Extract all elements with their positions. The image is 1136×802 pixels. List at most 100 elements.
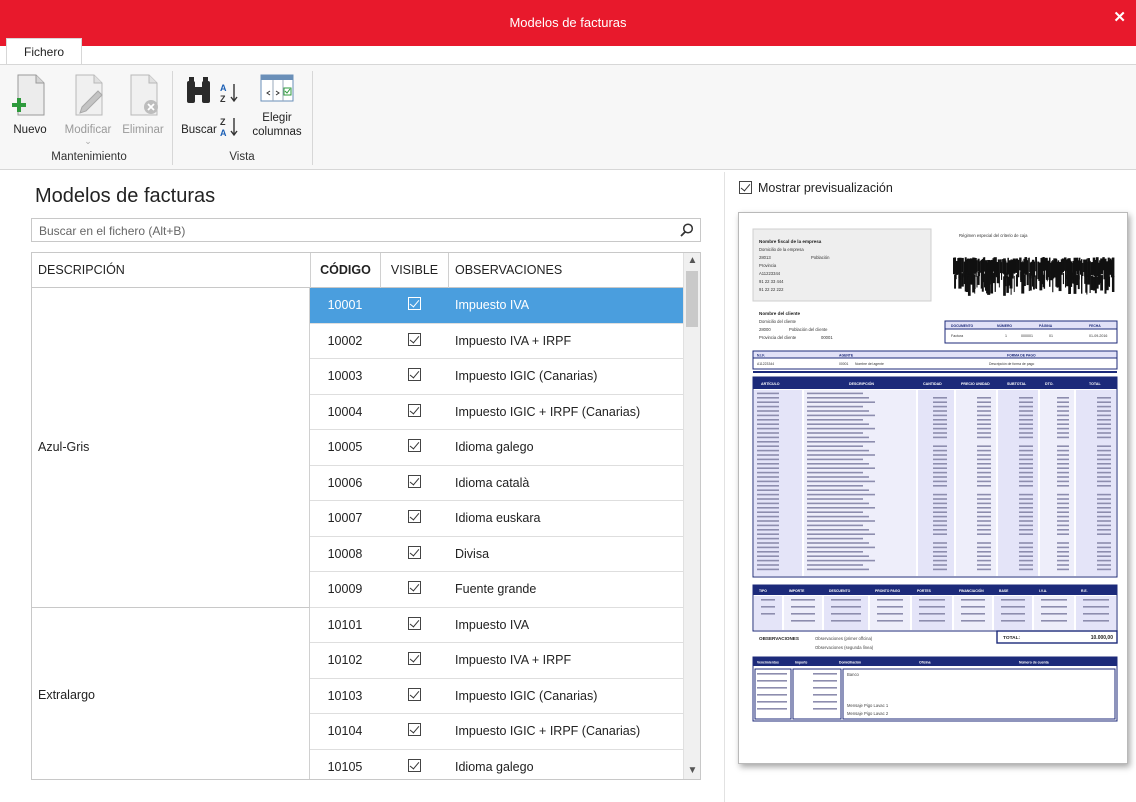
table-row[interactable]: 10003 Impuesto IGIC (Canarias) [310,359,684,395]
line-placeholder [807,529,869,531]
visible-checkbox[interactable] [407,332,421,346]
close-icon[interactable]: ✕ [1113,8,1126,26]
barcode-bar [1077,275,1080,290]
row-visible[interactable] [380,723,448,739]
preview-checkbox[interactable] [739,181,752,194]
line-placeholder [807,555,869,557]
choose-columns-button[interactable]: Elegir columnas [248,73,306,139]
header-observaciones[interactable]: OBSERVACIONES [448,253,684,288]
visible-checkbox[interactable] [407,368,421,381]
line-placeholder [1057,419,1069,421]
table-row[interactable]: 10007 Idioma euskara [310,501,684,537]
row-visible[interactable] [380,581,448,597]
visible-checkbox[interactable] [407,403,421,417]
group-cell[interactable]: Extralargo [32,607,310,779]
table-row[interactable]: 10004 Impuesto IGIC + IRPF (Canarias) [310,395,684,430]
vertical-scrollbar[interactable]: ▲ ▼ [683,253,700,779]
company-address: Domicilio de la empresa [759,247,804,252]
header-descripcion[interactable]: DESCRIPCIÓN [32,253,310,288]
row-visible[interactable] [380,368,448,384]
line-placeholder [1097,485,1111,487]
table-row[interactable]: 10005 Idioma galego [310,430,684,466]
header-codigo[interactable]: CÓDIGO [310,253,380,288]
line-placeholder [977,529,991,531]
tax-placeholder [1083,613,1109,615]
preview-toggle[interactable]: Mostrar previsualización [739,181,893,195]
company-zip: 28013 [759,255,771,260]
tab-fichero[interactable]: Fichero [6,38,82,65]
visible-checkbox[interactable] [407,581,421,594]
line-placeholder [1097,397,1111,399]
visible-checkbox[interactable] [407,687,421,701]
line-placeholder [1097,445,1111,447]
table-row[interactable]: 10101 Impuesto IVA [310,608,684,643]
table-row[interactable]: 10104 Impuesto IGIC + IRPF (Canarias) [310,714,684,750]
preview-toggle-label: Mostrar previsualización [758,181,893,195]
row-visible[interactable] [380,687,448,704]
group-cell[interactable]: Azul-Gris [32,288,310,608]
modify-button[interactable]: Modificar ⌄ [58,73,118,146]
barcode-bar [1065,271,1067,288]
visible-checkbox[interactable] [407,758,421,772]
doc-info-value-text: 01 [1049,334,1053,338]
search-icon[interactable] [679,222,695,243]
row-visible[interactable] [380,297,448,313]
table-row[interactable]: 10008 Divisa [310,537,684,572]
row-visible[interactable] [380,758,448,775]
table-row[interactable]: 10001 Impuesto IVA [310,288,684,324]
header-visible[interactable]: VISIBLE [380,253,448,288]
search-button[interactable]: Buscar [178,73,220,137]
delete-button[interactable]: Eliminar [118,73,168,137]
line-placeholder [1019,463,1033,465]
line-placeholder [757,507,779,509]
line-placeholder [933,507,947,509]
line-placeholder [1097,564,1111,566]
visible-checkbox[interactable] [407,616,421,630]
visible-checkbox[interactable] [407,545,421,559]
row-visible[interactable] [380,332,448,349]
line-placeholder [1019,480,1033,483]
line-placeholder [1057,397,1069,399]
sort-za-button[interactable]: Z A [218,115,242,142]
barcode-bar [1043,274,1046,289]
visible-checkbox[interactable] [407,297,421,310]
scroll-down-icon[interactable]: ▼ [684,763,700,779]
panel-divider[interactable] [724,172,725,802]
line-placeholder [977,507,991,509]
search-input[interactable]: Buscar en el fichero (Alt+B) [31,218,701,242]
barcode-bar [974,261,976,275]
visible-checkbox[interactable] [407,723,421,736]
row-visible[interactable] [380,616,448,633]
scroll-up-icon[interactable]: ▲ [684,253,700,269]
scroll-thumb[interactable] [686,271,698,327]
client-province: Provincia del cliente [759,335,797,340]
row-visible[interactable] [380,474,448,491]
visible-checkbox[interactable] [407,510,421,523]
lines-table-header-text: SUBTOTAL [1007,382,1027,386]
line-placeholder [1019,502,1033,505]
table-row[interactable]: 10105 Idioma galego [310,750,684,780]
row-visible[interactable] [380,510,448,526]
row-observaciones: Idioma euskara [455,511,541,525]
visible-checkbox[interactable] [407,439,421,452]
row-visible[interactable] [380,545,448,562]
row-visible[interactable] [380,439,448,455]
row-visible[interactable] [380,652,448,668]
new-button[interactable]: Nuevo [6,73,54,137]
table-row[interactable]: 10009 Fuente grande [310,572,684,608]
visible-checkbox[interactable] [407,474,421,488]
sort-az-button[interactable]: A Z [218,81,242,108]
table-row[interactable]: 10006 Idioma català [310,466,684,501]
line-placeholder [1019,414,1033,417]
table-row[interactable]: 10102 Impuesto IVA + IRPF [310,643,684,679]
line-placeholder [977,414,991,417]
tax-placeholder [791,620,815,622]
line-placeholder [807,511,863,513]
table-row[interactable]: 10002 Impuesto IVA + IRPF [310,324,684,359]
row-visible[interactable] [380,403,448,420]
table-row[interactable]: 10103 Impuesto IGIC (Canarias) [310,679,684,714]
visible-checkbox[interactable] [407,652,421,665]
line-placeholder [757,555,779,557]
barcode-bar [1010,259,1012,273]
line-placeholder [933,493,947,496]
